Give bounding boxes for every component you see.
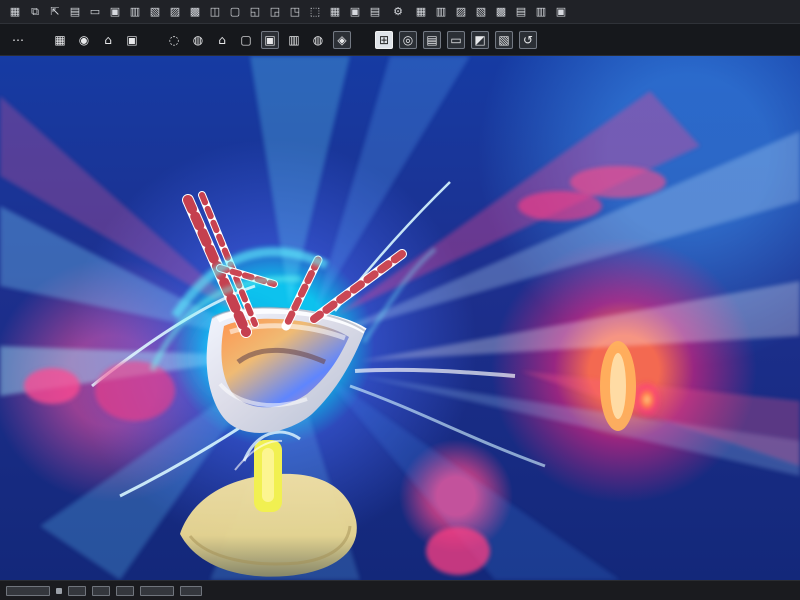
stamp-icon[interactable]: ◈ (333, 30, 351, 49)
layers-icon[interactable]: ◫ (208, 5, 222, 19)
circle-select-icon[interactable]: ◎ (399, 30, 417, 49)
rect-select-icon[interactable]: ▭ (447, 30, 465, 49)
target-icon[interactable]: ◲ (268, 5, 282, 19)
status-tab-6[interactable] (180, 585, 202, 596)
layout-icon[interactable]: ▧ (148, 5, 162, 19)
camera-icon[interactable]: ▢ (228, 5, 242, 19)
table-icon[interactable]: ▥ (434, 5, 448, 19)
status-separator-icon (56, 587, 62, 594)
image-canvas[interactable] (0, 56, 800, 580)
top-toolbar: ▦ ⧉ ⇱ ▤ ▭ ▣ ▥ ▧ ▨ ▩ ◫ ▢ ◱ ◲ ◳ ⬚ ▦ ▣ ▤ ⚙ … (0, 0, 800, 24)
zoom-icon[interactable]: ◱ (248, 5, 262, 19)
card-icon[interactable]: ▢ (237, 31, 255, 49)
mask-icon[interactable]: ▥ (285, 31, 303, 49)
frame-icon[interactable]: ▣ (348, 5, 362, 19)
view-icon[interactable]: ▨ (168, 5, 182, 19)
tools-icon[interactable]: ▥ (534, 5, 548, 19)
image-editor-window: ▦ ⧉ ⇱ ▤ ▭ ▣ ▥ ▧ ▨ ▩ ◫ ▢ ◱ ◲ ◳ ⬚ ▦ ▣ ▤ ⚙ … (0, 0, 800, 600)
canvas-icon[interactable]: ▨ (454, 5, 468, 19)
status-tab-4[interactable] (116, 585, 134, 596)
filter-icon[interactable]: ⊞ (375, 30, 393, 49)
grid-icon[interactable]: ▤ (68, 5, 82, 19)
panel-icon[interactable]: ▣ (108, 5, 122, 19)
panel-right-icon[interactable]: ▩ (494, 5, 508, 19)
overlay-icon[interactable]: ▧ (474, 5, 488, 19)
docs-icon[interactable]: ▤ (514, 5, 528, 19)
status-tab-2[interactable] (68, 585, 86, 596)
lock-icon[interactable]: ⌂ (213, 31, 231, 49)
status-tab-1[interactable] (6, 585, 50, 596)
copy-icon[interactable]: ⧉ (28, 5, 42, 19)
browser-icon[interactable]: ▣ (554, 5, 568, 19)
status-tab-5[interactable] (140, 585, 174, 596)
crop-icon[interactable]: ◩ (471, 30, 489, 49)
layers-icon[interactable]: ▣ (123, 31, 141, 49)
status-bar (0, 580, 800, 600)
crop-icon[interactable]: ◳ (288, 5, 302, 19)
file-icon[interactable]: ▦ (8, 5, 22, 19)
monitor-icon[interactable]: ▩ (188, 5, 202, 19)
canvas-artwork (0, 56, 800, 580)
history-icon[interactable]: ↺ (519, 30, 537, 49)
display-icon[interactable]: ▥ (128, 5, 142, 19)
image-icon[interactable]: ▦ (328, 5, 342, 19)
image-icon[interactable]: ▦ (51, 31, 69, 49)
text-icon[interactable]: ▤ (423, 30, 441, 49)
status-tab-3[interactable] (92, 585, 110, 596)
window-icon[interactable]: ▭ (88, 5, 102, 19)
transform-icon[interactable]: ▧ (495, 30, 513, 49)
preview-icon[interactable]: ▤ (368, 5, 382, 19)
settings-icon[interactable]: ⚙ (388, 5, 408, 19)
bucket-icon[interactable]: ◍ (189, 31, 207, 49)
export-icon[interactable]: ⇱ (48, 5, 62, 19)
eraser-icon[interactable]: ⌂ (99, 31, 117, 49)
shape-icon[interactable]: ▣ (261, 30, 279, 49)
window-toggle-icon[interactable]: ▦ (414, 5, 428, 19)
brush-icon[interactable]: ◉ (75, 31, 93, 49)
secondary-toolbar: ⋯ ▦ ◉ ⌂ ▣ ◌ ◍ ⌂ ▢ ▣ ▥ ◍ ◈ ⊞ ◎ ▤ ▭ ◩ ▧ ↺ (0, 24, 800, 56)
palette-icon[interactable]: ◌ (165, 31, 183, 49)
adjust-icon[interactable]: ◍ (309, 31, 327, 49)
transform-icon[interactable]: ⬚ (308, 5, 322, 19)
menu-icon[interactable]: ⋯ (9, 31, 27, 49)
